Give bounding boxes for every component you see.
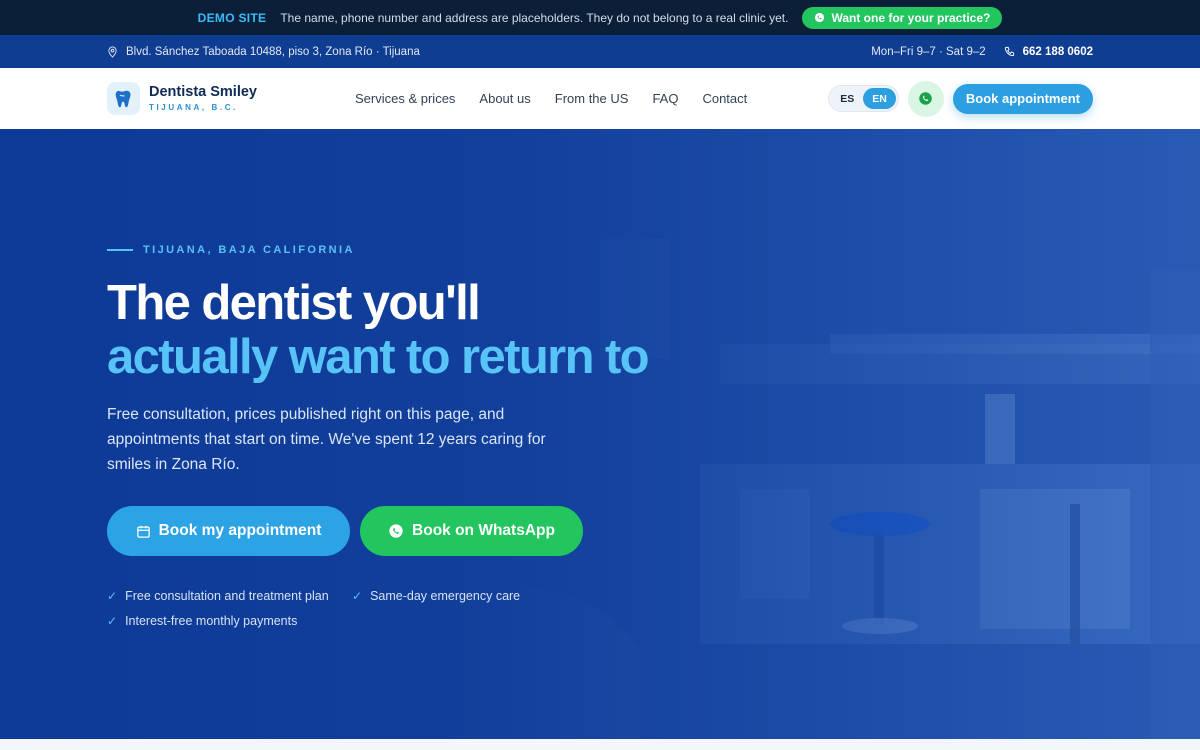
book-whatsapp-button[interactable]: Book on WhatsApp <box>360 506 583 556</box>
demo-message: The name, phone number and address are p… <box>280 10 789 25</box>
book-appointment-button[interactable]: Book appointment <box>952 83 1093 114</box>
demo-tag: DEMO SITE <box>197 10 267 25</box>
tooth-icon <box>107 82 140 115</box>
nav-item-services[interactable]: Services & prices <box>355 91 455 106</box>
hero-benefits: ✓ Free consultation and treatment plan ✓… <box>107 589 577 628</box>
nav-item-about[interactable]: About us <box>479 91 530 106</box>
benefit-text: Same-day emergency care <box>370 589 521 603</box>
language-switcher: ES EN <box>828 85 899 112</box>
phone-link[interactable]: 662 188 0602 <box>1004 46 1093 58</box>
eyebrow-line <box>107 249 133 251</box>
map-pin-icon <box>108 45 117 58</box>
demo-cta-button[interactable]: Want one for your practice? <box>802 6 1003 29</box>
brand-subtitle: TIJUANA, B.C. <box>149 102 238 112</box>
whatsapp-icon <box>815 12 825 23</box>
info-bar: Blvd. Sánchez Taboada 10488, piso 3, Zon… <box>0 35 1200 68</box>
hero-eyebrow: TIJUANA, BAJA CALIFORNIA <box>107 244 355 256</box>
benefit-item: ✓ Same-day emergency care <box>352 589 572 603</box>
nav-item-contact[interactable]: Contact <box>702 91 747 106</box>
book-my-appointment-button[interactable]: Book my appointment <box>107 506 350 556</box>
eyebrow-text: TIJUANA, BAJA CALIFORNIA <box>143 244 355 256</box>
check-icon: ✓ <box>107 614 118 628</box>
whatsapp-icon <box>919 92 933 105</box>
demo-banner: DEMO SITE The name, phone number and add… <box>0 0 1200 35</box>
whatsapp-button[interactable] <box>907 80 944 117</box>
book-my-appointment-label: Book my appointment <box>158 522 322 539</box>
check-icon: ✓ <box>352 589 363 603</box>
phone-icon <box>1004 46 1014 57</box>
nav-menu: Services & prices About us From the US F… <box>355 91 747 106</box>
hero-title-line-2: actually want to return to <box>107 330 650 384</box>
hero-cta-group: Book my appointment Book on WhatsApp <box>107 506 583 556</box>
clinic-address: Blvd. Sánchez Taboada 10488, piso 3, Zon… <box>126 45 420 58</box>
benefit-text: Free consultation and treatment plan <box>125 589 329 603</box>
benefit-item: ✓ Free consultation and treatment plan <box>107 589 352 603</box>
opening-hours: Mon–Fri 9–7 · Sat 9–2 <box>871 45 986 58</box>
whatsapp-icon <box>389 524 403 538</box>
book-whatsapp-label: Book on WhatsApp <box>412 522 555 539</box>
brand-logo-link[interactable]: Dentista Smiley TIJUANA, B.C. <box>107 82 355 115</box>
benefit-item: ✓ Interest-free monthly payments <box>107 614 352 628</box>
lang-es[interactable]: ES <box>831 88 863 109</box>
hero-lead: Free consultation, prices published righ… <box>107 406 546 473</box>
phone-number: 662 188 0602 <box>1022 45 1093 58</box>
demo-cta-label: Want one for your practice? <box>831 10 991 25</box>
brand-name: Dentista Smiley <box>149 84 257 101</box>
lang-en[interactable]: EN <box>863 88 896 109</box>
hero-section: TIJUANA, BAJA CALIFORNIA The dentist you… <box>0 129 1200 739</box>
calendar-icon <box>136 525 150 538</box>
section-divider <box>0 739 1200 750</box>
check-icon: ✓ <box>107 589 118 603</box>
main-nav: Dentista Smiley TIJUANA, B.C. Services &… <box>0 68 1200 129</box>
nav-item-faq[interactable]: FAQ <box>652 91 678 106</box>
benefit-text: Interest-free monthly payments <box>125 614 298 628</box>
hero-title-line-1: The dentist you'll <box>107 276 481 330</box>
nav-item-from-us[interactable]: From the US <box>555 91 629 106</box>
